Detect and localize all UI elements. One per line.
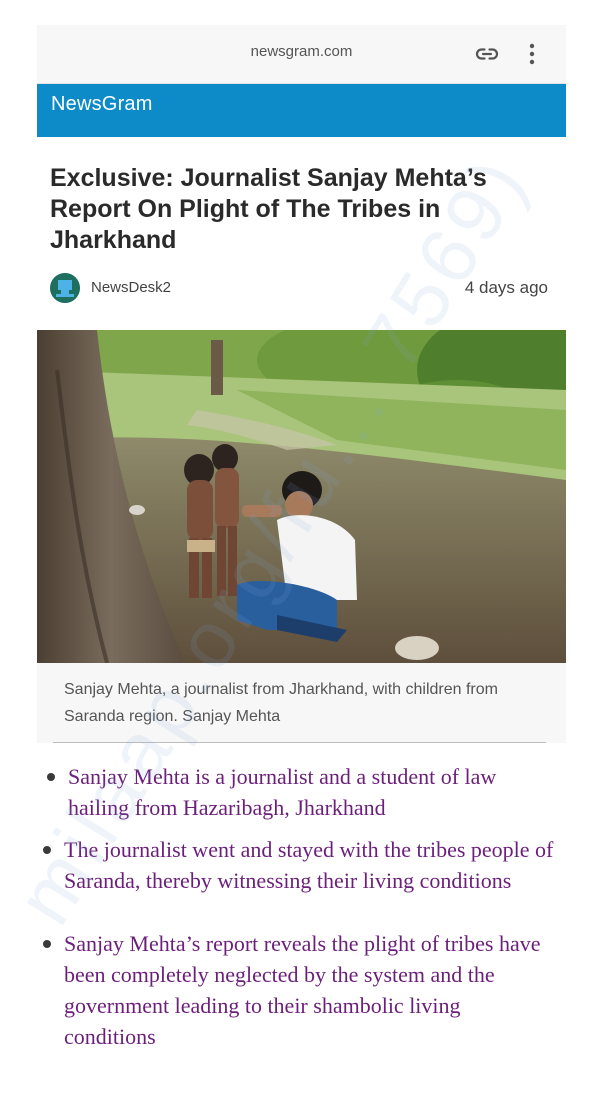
author-name[interactable]: NewsDesk2 (91, 279, 171, 296)
photo-caption: Sanjay Mehta, a journalist from Jharkhan… (64, 681, 498, 725)
bullet-text: Sanjay Mehta’s report reveals the plight… (64, 931, 541, 1049)
photo-caption-box: Sanjay Mehta, a journalist from Jharkhan… (37, 663, 566, 743)
article-photo (37, 330, 566, 663)
bullet-dot (43, 940, 51, 948)
site-logo-text[interactable]: NewsGram (51, 93, 153, 116)
article-meta: NewsDesk2 4 days ago (50, 272, 548, 306)
bullet-dot (47, 773, 55, 781)
bullet-text: Sanjay Mehta is a journalist and a stude… (68, 764, 497, 820)
caption-divider (53, 742, 546, 743)
bullet-text: The journalist went and stayed with the … (64, 837, 554, 893)
avatar-icon (50, 273, 80, 303)
author-avatar[interactable] (50, 273, 80, 303)
site-header: NewsGram (37, 84, 566, 137)
browser-url-bar[interactable]: newsgram.com (37, 25, 566, 84)
more-vert-icon[interactable] (524, 41, 540, 67)
post-timestamp: 4 days ago (464, 278, 548, 297)
link-icon[interactable] (474, 41, 500, 67)
article-title: Exclusive: Journalist Sanjay Mehta’s Rep… (50, 164, 487, 254)
bullet-dot (43, 846, 51, 854)
